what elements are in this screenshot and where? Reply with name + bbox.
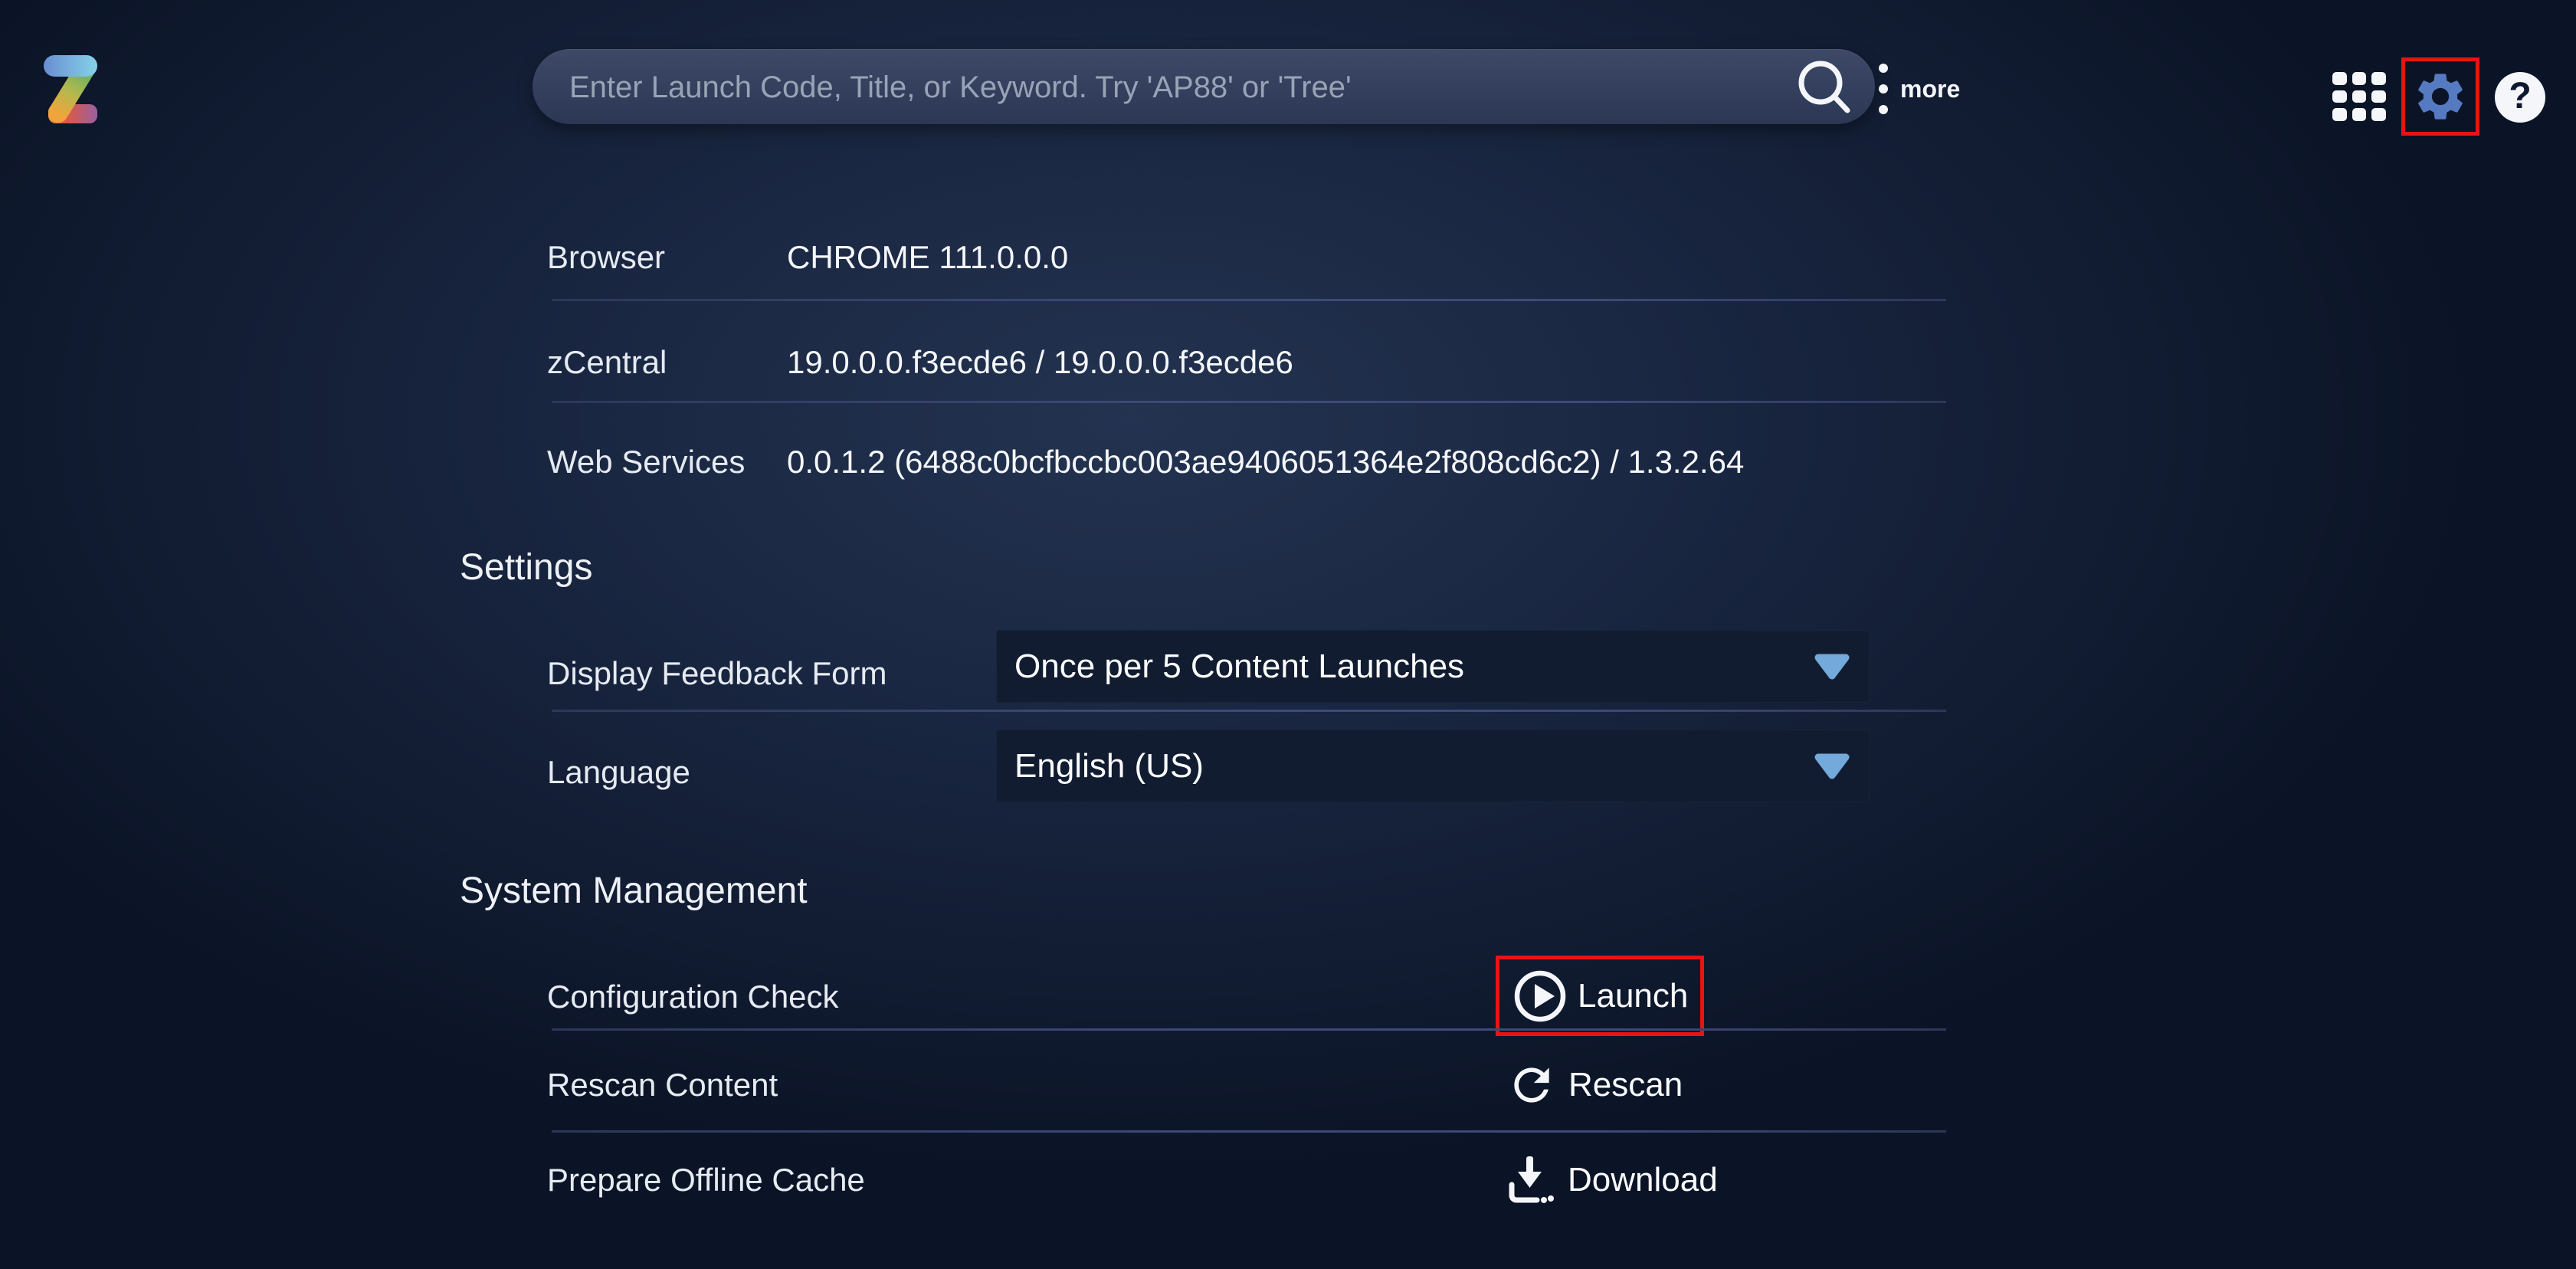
- language-label: Language: [547, 753, 690, 792]
- web-services-row-label: Web Services: [547, 442, 745, 482]
- zcentral-row-value: 19.0.0.0.f3ecde6 / 19.0.0.0.f3ecde6: [787, 343, 1293, 382]
- settings-page: more ? Browser CHROME 111.0.0.0 zCentral…: [0, 0, 2576, 1269]
- download-icon: [1502, 1153, 1557, 1208]
- divider: [552, 710, 1946, 712]
- search-input[interactable]: [568, 49, 1781, 126]
- feedback-form-dropdown[interactable]: Once per 5 Content Launches: [996, 630, 1870, 703]
- help-button[interactable]: ?: [2495, 72, 2545, 123]
- gear-icon: [2412, 68, 2469, 125]
- divider: [552, 1130, 1946, 1133]
- feedback-form-value: Once per 5 Content Launches: [1014, 630, 1464, 703]
- play-icon: [1512, 968, 1568, 1025]
- settings-section-title: Settings: [460, 546, 592, 590]
- browser-row-label: Browser: [547, 238, 665, 277]
- web-services-row-value: 0.0.1.2 (6488c0bcfbccbc003ae9406051364e2…: [787, 442, 1744, 482]
- launch-label: Launch: [1578, 977, 1688, 1015]
- search-icon[interactable]: [1797, 59, 1852, 114]
- configuration-check-label: Configuration Check: [547, 977, 839, 1017]
- more-button[interactable]: more: [1879, 57, 1960, 121]
- language-value: English (US): [1014, 730, 1204, 802]
- app-logo-z-icon[interactable]: [42, 54, 99, 124]
- download-button[interactable]: Download: [1502, 1143, 1718, 1217]
- more-label: more: [1900, 75, 1960, 103]
- rescan-content-label: Rescan Content: [547, 1065, 778, 1105]
- zcentral-row-label: zCentral: [547, 343, 667, 382]
- divider: [552, 1028, 1946, 1031]
- language-dropdown[interactable]: English (US): [996, 730, 1870, 802]
- divider: [552, 299, 1946, 301]
- refresh-icon: [1506, 1059, 1558, 1111]
- launch-button-highlighted[interactable]: Launch: [1496, 956, 1704, 1036]
- feedback-form-label: Display Feedback Form: [547, 654, 887, 694]
- browser-row-value: CHROME 111.0.0.0: [787, 238, 1068, 277]
- dropdown-arrow-icon: [1814, 753, 1850, 779]
- apps-grid-icon[interactable]: [2332, 72, 2386, 121]
- dropdown-arrow-icon: [1814, 654, 1850, 680]
- prepare-offline-cache-label: Prepare Offline Cache: [547, 1160, 865, 1200]
- rescan-button[interactable]: Rescan: [1506, 1048, 1683, 1122]
- kebab-menu-icon: [1879, 64, 1888, 114]
- system-management-section-title: System Management: [460, 869, 808, 913]
- download-label: Download: [1568, 1161, 1718, 1199]
- search-bar[interactable]: [533, 49, 1875, 124]
- settings-gear-button-highlighted[interactable]: [2401, 57, 2479, 136]
- question-mark-icon: ?: [2509, 78, 2531, 115]
- rescan-label: Rescan: [1568, 1066, 1683, 1104]
- divider: [552, 401, 1946, 403]
